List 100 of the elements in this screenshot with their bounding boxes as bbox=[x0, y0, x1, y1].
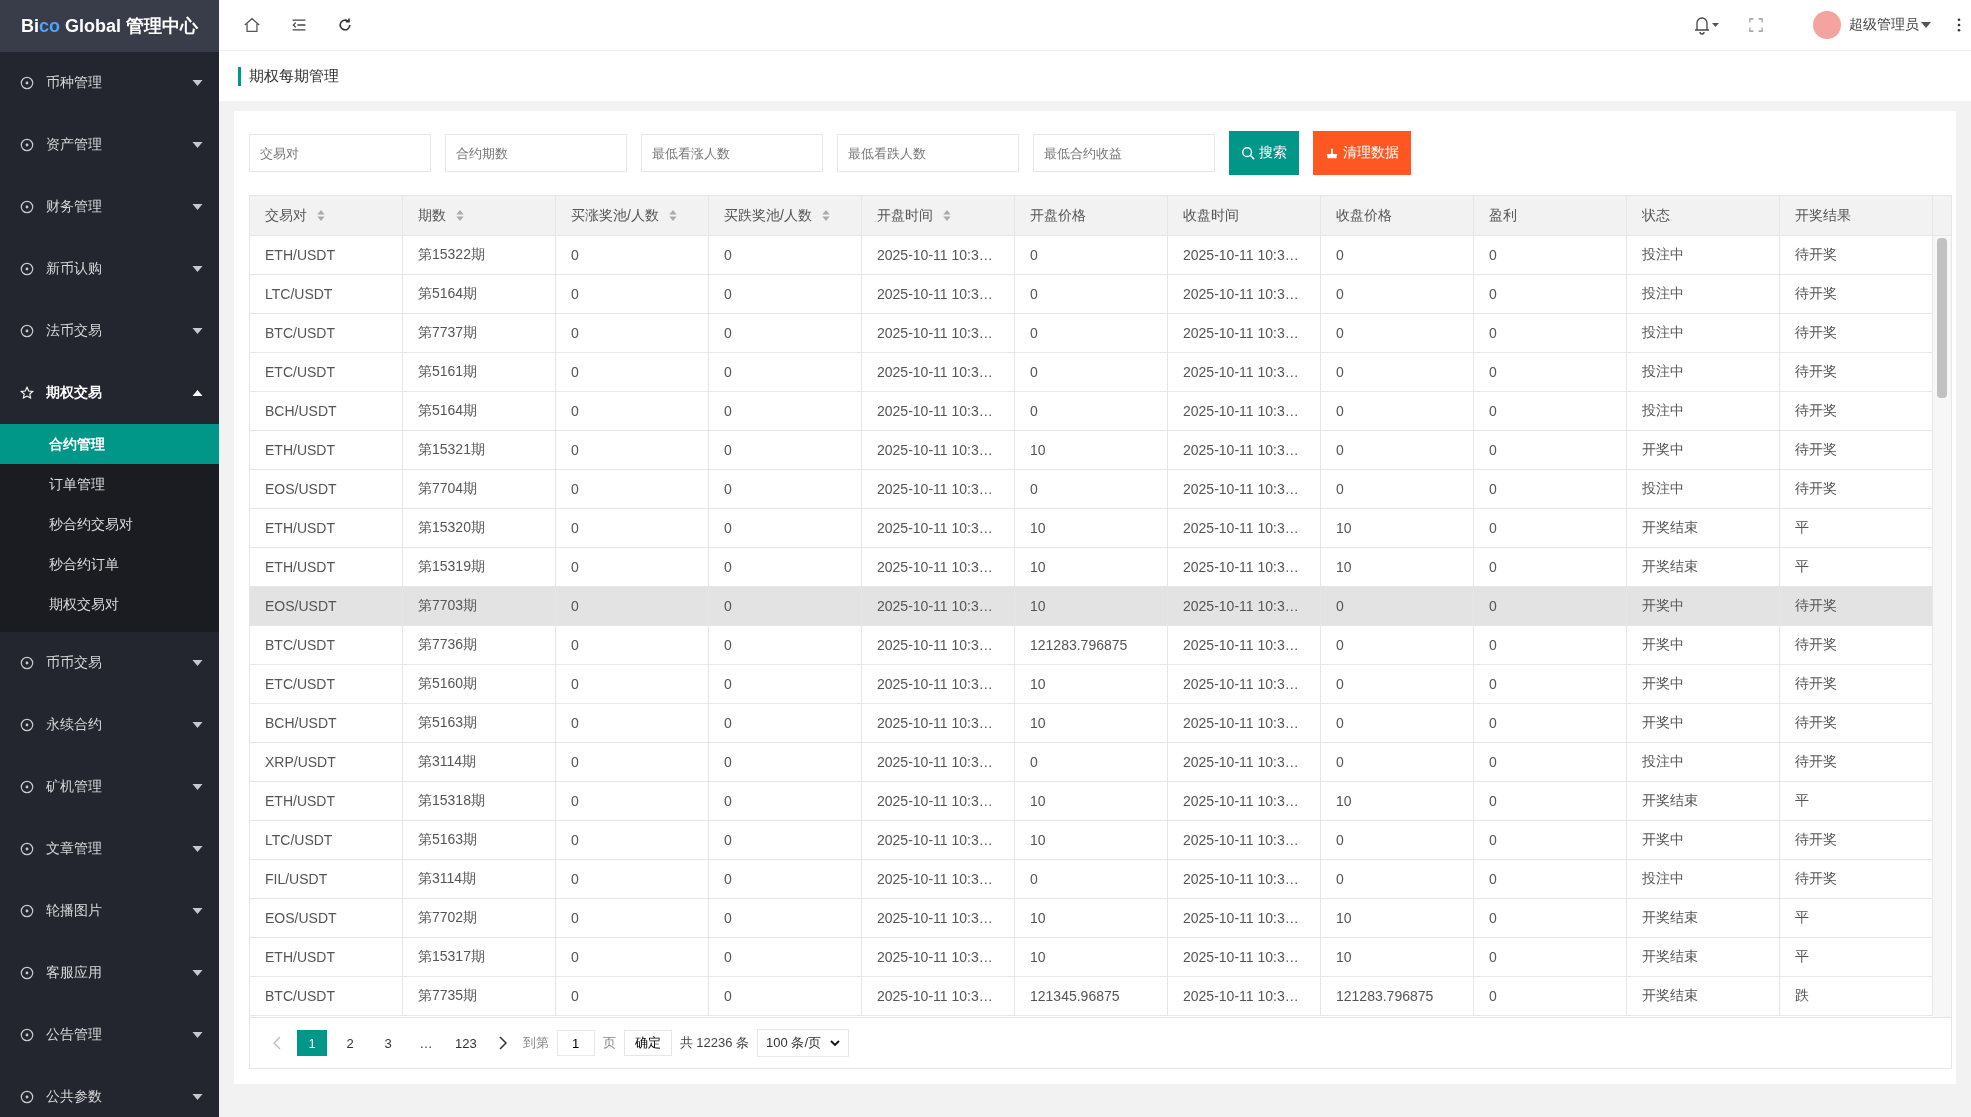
sidebar-menu-item[interactable]: 客服应用 bbox=[0, 942, 219, 1004]
previous-page-icon[interactable] bbox=[273, 1036, 281, 1050]
table-row[interactable]: XRP/USDT 第3114期 0 0 2025-10-11 10:3… 0 2025-10-11 10:3… 0 0 投注中 待开奖 bbox=[250, 743, 1933, 782]
caret-icon bbox=[192, 722, 203, 728]
sidebar-menu-item[interactable]: 文章管理 bbox=[0, 818, 219, 880]
filter-field[interactable]: 最低看跌人数 bbox=[837, 134, 1019, 172]
filter-field[interactable]: 合约期数 bbox=[445, 134, 627, 172]
table-row[interactable]: BTC/USDT 第7737期 0 0 2025-10-11 10:3… 0 2025-10-11 10:3… 0 0 投注中 待开奖 bbox=[250, 314, 1933, 353]
table-cell: 0 bbox=[1474, 977, 1627, 1015]
table-row[interactable]: ETH/USDT 第15321期 0 0 2025-10-11 10:3… 10 2025-10-11 10:3… 0 0 开奖中 待开奖 bbox=[250, 431, 1933, 470]
page-button[interactable]: … bbox=[411, 1030, 441, 1056]
table-cell: 0 bbox=[709, 821, 862, 859]
sort-icon[interactable] bbox=[821, 210, 830, 221]
table-row[interactable]: BTC/USDT 第7736期 0 0 2025-10-11 10:3… 121283.796875 2025-10-11 10:3… 0 0 开奖中 待开奖 bbox=[250, 626, 1933, 665]
column-header: 盈利 bbox=[1474, 196, 1627, 235]
table-cell: 0 bbox=[1321, 275, 1474, 313]
table-cell: 2025-10-11 10:3… bbox=[862, 431, 1015, 469]
sidebar-menu-item[interactable]: 财务管理 bbox=[0, 176, 219, 238]
table-row[interactable]: LTC/USDT 第5163期 0 0 2025-10-11 10:3… 10 2025-10-11 10:3… 0 0 开奖中 待开奖 bbox=[250, 821, 1933, 860]
table-cell: ETH/USDT bbox=[250, 938, 403, 976]
table-cell: EOS/USDT bbox=[250, 899, 403, 937]
sidebar-menu-item[interactable]: 公共参数 bbox=[0, 1066, 219, 1117]
table-cell: 第3114期 bbox=[403, 743, 556, 781]
filter-field[interactable]: 最低看涨人数 bbox=[641, 134, 823, 172]
sidebar-menu-item[interactable]: 币种管理 bbox=[0, 52, 219, 114]
table-row[interactable]: EOS/USDT 第7704期 0 0 2025-10-11 10:3… 0 2025-10-11 10:3… 0 0 投注中 待开奖 bbox=[250, 470, 1933, 509]
sidebar-submenu-item[interactable]: 合约管理 bbox=[0, 424, 219, 464]
table-cell: 0 bbox=[556, 743, 709, 781]
page-button[interactable]: 123 bbox=[449, 1030, 483, 1056]
sidebar-menu-item[interactable]: 法币交易 bbox=[0, 300, 219, 362]
sort-icon[interactable] bbox=[456, 210, 464, 221]
table-cell: ETH/USDT bbox=[250, 548, 403, 586]
column-header: 收盘价格 bbox=[1321, 196, 1474, 235]
sidebar-menu-item[interactable]: 币币交易 bbox=[0, 632, 219, 694]
table-row[interactable]: ETC/USDT 第5160期 0 0 2025-10-11 10:3… 10 2025-10-11 10:3… 0 0 开奖中 待开奖 bbox=[250, 665, 1933, 704]
sort-icon[interactable] bbox=[943, 210, 951, 221]
table-cell: 投注中 bbox=[1627, 860, 1780, 898]
table-cell: 第5163期 bbox=[403, 704, 556, 742]
sidebar-submenu-item[interactable]: 秒合约交易对 bbox=[0, 504, 219, 544]
table-cell: 0 bbox=[1474, 470, 1627, 508]
column-header[interactable]: 买跌奖池/人数 bbox=[709, 196, 862, 235]
table-cell: 第7704期 bbox=[403, 470, 556, 508]
sort-icon[interactable] bbox=[668, 210, 677, 221]
table-row[interactable]: LTC/USDT 第5164期 0 0 2025-10-11 10:3… 0 2025-10-11 10:3… 0 0 投注中 待开奖 bbox=[250, 275, 1933, 314]
home-icon[interactable] bbox=[243, 16, 261, 34]
table-row[interactable]: FIL/USDT 第3114期 0 0 2025-10-11 10:3… 0 2025-10-11 10:3… 0 0 投注中 待开奖 bbox=[250, 860, 1933, 899]
fullscreen-icon[interactable] bbox=[1749, 18, 1763, 32]
page-size-select[interactable]: 100 条/页 bbox=[757, 1029, 850, 1057]
table-row[interactable]: BCH/USDT 第5164期 0 0 2025-10-11 10:3… 0 2025-10-11 10:3… 0 0 投注中 待开奖 bbox=[250, 392, 1933, 431]
refresh-icon[interactable] bbox=[337, 17, 353, 33]
table-cell: 第15317期 bbox=[403, 938, 556, 976]
confirm-button[interactable]: 确定 bbox=[623, 1030, 672, 1056]
table-cell: 2025-10-11 10:3… bbox=[1168, 470, 1321, 508]
caret-icon bbox=[192, 1032, 203, 1038]
table-cell: LTC/USDT bbox=[250, 275, 403, 313]
table-row[interactable]: BCH/USDT 第5163期 0 0 2025-10-11 10:3… 10 2025-10-11 10:3… 0 0 开奖中 待开奖 bbox=[250, 704, 1933, 743]
sidebar-menu-item[interactable]: 资产管理 bbox=[0, 114, 219, 176]
table-row[interactable]: ETH/USDT 第15320期 0 0 2025-10-11 10:3… 10 2025-10-11 10:3… 10 0 开奖结束 平 bbox=[250, 509, 1933, 548]
sort-icon[interactable] bbox=[317, 210, 325, 221]
sidebar-submenu-item[interactable]: 订单管理 bbox=[0, 464, 219, 504]
table-row[interactable]: EOS/USDT 第7703期 0 0 2025-10-11 10:3… 10 2025-10-11 10:3… 0 0 开奖中 待开奖 bbox=[250, 587, 1933, 626]
table-cell: 开奖中 bbox=[1627, 665, 1780, 703]
table-cell: 0 bbox=[709, 704, 862, 742]
table-cell: LTC/USDT bbox=[250, 821, 403, 859]
sidebar-submenu-item[interactable]: 期权交易对 bbox=[0, 584, 219, 624]
menu-collapse-icon[interactable] bbox=[291, 17, 307, 33]
sidebar-menu-item[interactable]: 期权交易 bbox=[0, 362, 219, 424]
more-icon[interactable] bbox=[1957, 18, 1961, 32]
caret-icon bbox=[192, 266, 203, 272]
page-button[interactable]: 2 bbox=[335, 1030, 365, 1056]
sidebar-menu-item[interactable]: 新币认购 bbox=[0, 238, 219, 300]
next-page-icon[interactable] bbox=[498, 1036, 507, 1050]
table-row[interactable]: ETH/USDT 第15318期 0 0 2025-10-11 10:3… 10 2025-10-11 10:3… 10 0 开奖结束 平 bbox=[250, 782, 1933, 821]
filter-field[interactable]: 交易对 bbox=[249, 134, 431, 172]
table-row[interactable]: BTC/USDT 第7735期 0 0 2025-10-11 10:3… 121345.96875 2025-10-11 10:3… 121283.796875 0 开奖结束 跌 bbox=[250, 977, 1933, 1016]
column-header[interactable]: 交易对 bbox=[250, 196, 403, 235]
filter-field[interactable]: 最低合约收益 bbox=[1033, 134, 1215, 172]
column-header[interactable]: 开盘时间 bbox=[862, 196, 1015, 235]
caret-icon bbox=[192, 846, 203, 852]
table-row[interactable]: ETH/USDT 第15322期 0 0 2025-10-11 10:3… 0 2025-10-11 10:3… 0 0 投注中 待开奖 bbox=[250, 236, 1933, 275]
page-button[interactable]: 3 bbox=[373, 1030, 403, 1056]
page-number-field[interactable]: 1 bbox=[556, 1030, 595, 1056]
column-header[interactable]: 买涨奖池/人数 bbox=[556, 196, 709, 235]
sidebar-menu-item[interactable]: 公告管理 bbox=[0, 1004, 219, 1066]
sidebar-submenu-item[interactable]: 秒合约订单 bbox=[0, 544, 219, 584]
table-row[interactable]: EOS/USDT 第7702期 0 0 2025-10-11 10:3… 10 2025-10-11 10:3… 10 0 开奖结束 平 bbox=[250, 899, 1933, 938]
sidebar-menu-item[interactable]: 轮播图片 bbox=[0, 880, 219, 942]
table-row[interactable]: ETC/USDT 第5161期 0 0 2025-10-11 10:3… 0 2025-10-11 10:3… 0 0 投注中 待开奖 bbox=[250, 353, 1933, 392]
search-button[interactable]: 搜索 bbox=[1229, 131, 1299, 175]
sidebar-menu-item[interactable]: 永续合约 bbox=[0, 694, 219, 756]
scrollbar[interactable] bbox=[1933, 236, 1951, 1017]
page-button[interactable]: 1 bbox=[297, 1030, 327, 1056]
column-header[interactable]: 期数 bbox=[403, 196, 556, 235]
table-cell: 0 bbox=[1474, 860, 1627, 898]
table-cell: 0 bbox=[709, 938, 862, 976]
sidebar-menu-item[interactable]: 矿机管理 bbox=[0, 756, 219, 818]
avatar[interactable] bbox=[1813, 11, 1841, 39]
table-cell: 2025-10-11 10:3… bbox=[862, 275, 1015, 313]
user-menu[interactable]: 超级管理员 bbox=[1849, 16, 1931, 34]
table-row[interactable]: ETH/USDT 第15317期 0 0 2025-10-11 10:3… 10 2025-10-11 10:3… 10 0 开奖结束 平 bbox=[250, 938, 1933, 977]
